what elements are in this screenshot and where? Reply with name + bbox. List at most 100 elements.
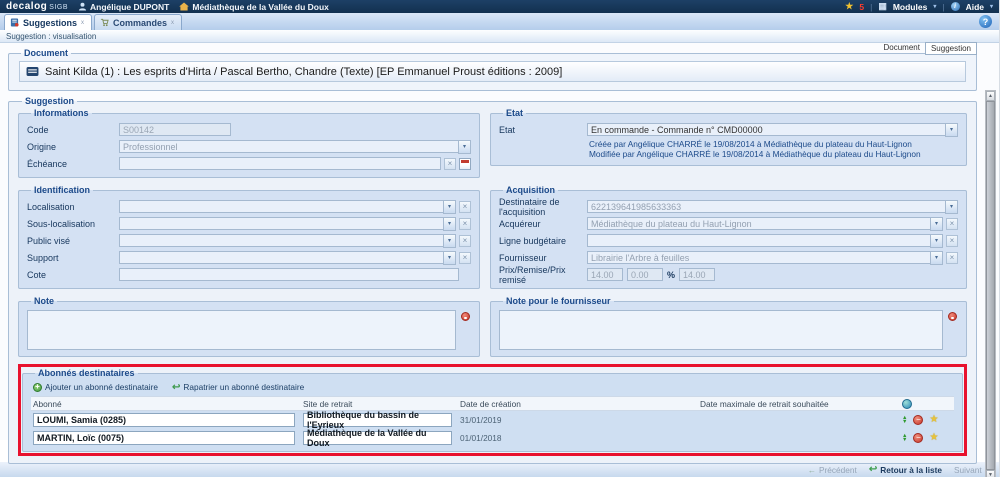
note-group: Note [18,296,480,357]
scroll-down-icon[interactable]: ▼ [986,470,995,477]
field-acquereur: Acquéreur ▾ × [499,216,958,231]
clear-icon[interactable]: × [444,158,456,170]
table-row[interactable]: LOUMI, Samia (0285) Bibliothèque du bass… [31,411,954,429]
document-legend: Document [21,48,71,58]
notifications-star-icon[interactable]: ★ [845,2,853,11]
date-creation-value: 31/01/2019 [460,415,700,425]
cote-input[interactable] [119,268,459,281]
star-action-icon[interactable]: ★ [929,433,938,443]
form-row-2: Identification Localisation ▾ × Sous-loc… [18,185,967,289]
abonne-value[interactable]: LOUMI, Samia (0285) [33,413,295,427]
clear-icon[interactable]: × [459,252,471,264]
book-icon [26,66,39,77]
topbar-right: ★ 5 | ▦ Modules ▾ | i Aide ▾ [845,2,993,12]
localisation-select[interactable] [119,200,444,213]
abonne-value[interactable]: MARTIN, Loïc (0075) [33,431,295,445]
public-vise-select[interactable] [119,234,444,247]
scroll-up-icon[interactable]: ▲ [986,91,995,101]
clear-icon[interactable]: × [946,218,958,230]
close-tab-icon[interactable]: x [81,20,84,26]
modules-menu[interactable]: Modules [893,2,927,12]
col-left: Informations Code Origine ▾ Échéance [18,108,480,178]
chevron-down-icon[interactable]: ▾ [930,251,943,265]
vertical-scrollbar[interactable]: ▲ ▼ [985,90,996,477]
form-row-3: Note Note pour le fournisseur [18,296,967,357]
star-action-icon[interactable]: ★ [929,415,938,425]
chevron-down-icon[interactable]: ▾ [443,251,456,265]
chevron-down-icon[interactable]: ▾ [458,140,471,154]
close-tab-icon[interactable]: x [171,20,174,26]
scrollbar-thumb[interactable] [986,101,995,470]
remove-row-icon[interactable]: − [913,415,923,425]
acquereur-select[interactable] [587,217,931,230]
move-row-icon[interactable]: ▲▼ [902,434,907,442]
ligne-budgetaire-select[interactable] [587,234,931,247]
chevron-down-icon[interactable]: ▾ [930,234,943,248]
percent-label: % [667,270,675,280]
note-legend: Note [31,296,57,306]
note-fournisseur-body [499,310,958,350]
note-textarea[interactable] [27,310,456,350]
identification-group: Identification Localisation ▾ × Sous-loc… [18,185,480,289]
modules-icon: ▦ [878,2,887,11]
localisation-label: Localisation [27,202,119,212]
chevron-down-icon[interactable]: ▾ [443,200,456,214]
field-destinataire: Destinataire de l'acquisition ▾ [499,199,958,214]
chevron-down-icon[interactable]: ▾ [443,234,456,248]
view-switch-document[interactable]: Document [879,42,925,55]
precedent-link[interactable]: ←Précédent [808,465,857,475]
note-fournisseur-textarea[interactable] [499,310,943,350]
cell-abonne: LOUMI, Samia (0285) [31,413,303,427]
repatriate-abonne-button[interactable]: ↩ Rapatrier un abonné destinataire [172,382,304,392]
origine-label: Origine [27,142,119,152]
field-localisation: Localisation ▾ × [27,199,471,214]
aide-menu[interactable]: Aide [966,2,984,12]
add-abonne-button[interactable]: + Ajouter un abonné destinataire [33,382,158,392]
notification-count: 5 [859,2,864,12]
move-down-icon[interactable]: ▼ [902,420,907,424]
note-fournisseur-group: Note pour le fournisseur [490,296,967,357]
clear-icon[interactable]: × [946,235,958,247]
sous-localisation-select[interactable] [119,217,444,230]
clear-icon[interactable]: × [459,218,471,230]
echeance-input[interactable] [119,157,441,170]
site-name: Médiathèque de la Vallée du Doux [192,2,329,12]
retour-liste-link[interactable]: ↩Retour à la liste [869,464,942,475]
fournisseur-select[interactable] [587,251,931,264]
support-select[interactable] [119,251,444,264]
etat-meta: Créée par Angélique CHARRÉ le 19/08/2014… [589,139,958,159]
table-row[interactable]: MARTIN, Loïc (0075) Médiathèque de la Va… [31,429,954,447]
col-right: Etat Etat ▾ Créée par Angélique CHARRÉ l… [490,108,967,178]
chevron-down-icon[interactable]: ▾ [945,200,958,214]
tab-suggestions[interactable]: Suggestions x [4,14,92,30]
current-user[interactable]: Angélique DUPONT [78,2,169,12]
view-switch-suggestion[interactable]: Suggestion [925,42,977,55]
chevron-down-icon: ▾ [933,4,936,10]
ligne-budgetaire-label: Ligne budgétaire [499,236,587,246]
clear-note-icon[interactable] [461,312,470,321]
cell-abonne: MARTIN, Loïc (0075) [31,431,303,445]
col-site-retrait: Site de retrait [303,399,460,409]
clear-icon[interactable]: × [459,201,471,213]
cell-site: Bibliothèque du bassin de l'Eyrieux [303,413,460,427]
chevron-down-icon[interactable]: ▾ [930,217,943,231]
remove-row-icon[interactable]: − [913,433,923,443]
destinataire-select[interactable] [587,200,946,213]
calendar-icon[interactable] [459,158,471,170]
tab-commandes[interactable]: Commandes x [94,14,182,30]
etat-select[interactable] [587,123,946,136]
site-value[interactable]: Médiathèque de la Vallée du Doux [303,431,452,445]
help-icon[interactable]: ? [979,15,992,28]
current-site[interactable]: Médiathèque de la Vallée du Doux [179,2,329,12]
site-value[interactable]: Bibliothèque du bassin de l'Eyrieux [303,413,452,427]
clear-icon[interactable]: × [946,252,958,264]
clear-icon[interactable]: × [459,235,471,247]
origine-select[interactable] [119,140,459,153]
move-row-icon[interactable]: ▲▼ [902,416,907,424]
globe-icon[interactable] [902,399,912,409]
chevron-down-icon[interactable]: ▾ [945,123,958,137]
chevron-down-icon[interactable]: ▾ [443,217,456,231]
clear-note-icon[interactable] [948,312,957,321]
move-down-icon[interactable]: ▼ [902,438,907,442]
col-right: Note pour le fournisseur [490,296,967,357]
